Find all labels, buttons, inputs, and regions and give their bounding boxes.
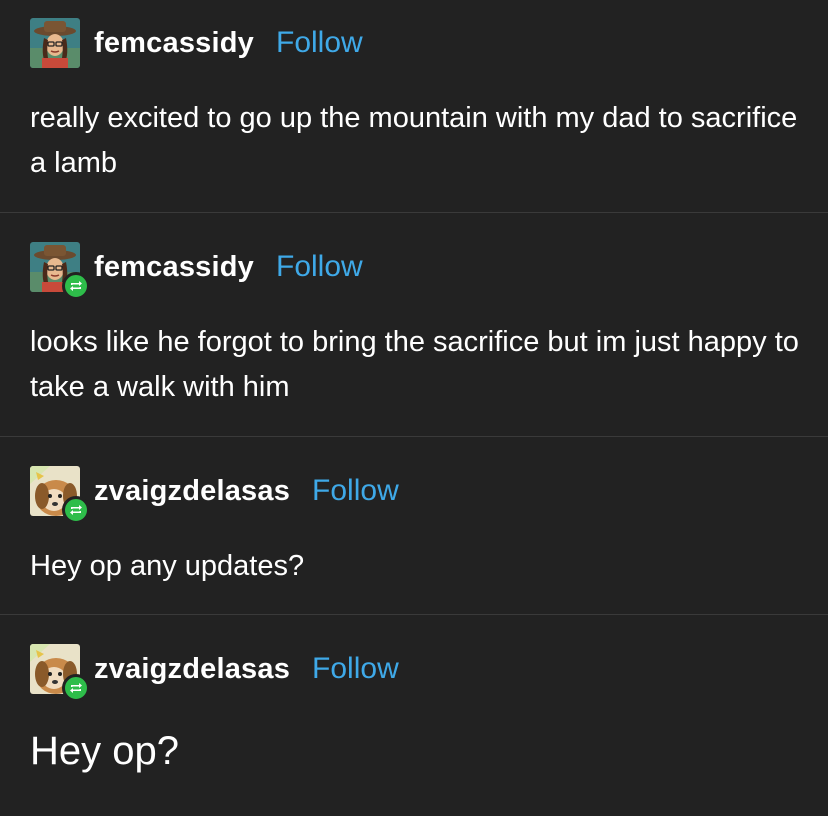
divider [0, 212, 828, 213]
cowboy-avatar-icon [30, 18, 80, 68]
avatar[interactable] [30, 18, 80, 68]
reblog-icon [62, 674, 90, 702]
follow-button[interactable]: Follow [276, 26, 363, 60]
follow-button[interactable]: Follow [312, 652, 399, 686]
avatar[interactable] [30, 644, 90, 702]
follow-button[interactable]: Follow [276, 250, 363, 284]
avatar[interactable] [30, 242, 90, 300]
post-header: femcassidy Follow [30, 18, 363, 68]
username[interactable]: zvaigzdelasas [94, 653, 290, 686]
post-header: zvaigzdelasas Follow [30, 644, 399, 702]
post-header: femcassidy Follow [30, 242, 363, 300]
post-text: really excited to go up the mountain wit… [30, 102, 798, 179]
username[interactable]: femcassidy [94, 251, 254, 284]
divider [0, 614, 828, 615]
post-text: Hey op? [30, 729, 179, 773]
follow-button[interactable]: Follow [312, 474, 399, 508]
username[interactable]: femcassidy [94, 27, 254, 60]
avatar[interactable] [30, 466, 90, 524]
post-text: looks like he forgot to bring the sacrif… [30, 326, 799, 403]
reblog-icon [62, 496, 90, 524]
post-text: Hey op any updates? [30, 550, 305, 582]
reblog-icon [62, 272, 90, 300]
divider [0, 436, 828, 437]
post-header: zvaigzdelasas Follow [30, 466, 399, 524]
username[interactable]: zvaigzdelasas [94, 475, 290, 508]
